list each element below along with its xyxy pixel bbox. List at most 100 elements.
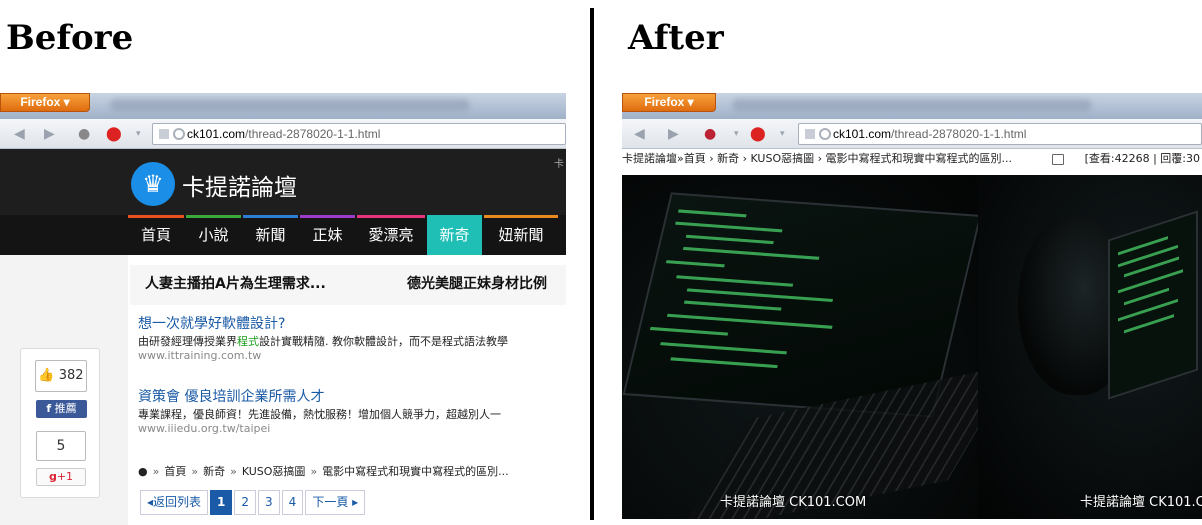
view-reply-stats: [查看:42268 | 回覆:30 xyxy=(1084,152,1200,165)
breadcrumb-item[interactable]: KUSO惡搞圖 xyxy=(242,465,306,478)
nav-item[interactable]: 新聞 xyxy=(243,215,298,255)
breadcrumb-bar: 卡提諾論壇»首頁 › 新奇 › KUSO惡搞圖 › 電影中寫程式和現實中寫程式的… xyxy=(622,149,1202,175)
ad-url[interactable]: www.ittraining.com.tw xyxy=(138,349,508,362)
page-icon xyxy=(805,129,815,139)
print-icon[interactable] xyxy=(1052,154,1064,165)
laptop-screen xyxy=(1108,210,1198,400)
extension-icon[interactable]: ● xyxy=(78,125,90,143)
watermark: 卡提諾論壇 CK101.COM xyxy=(720,495,867,510)
nav-item[interactable]: 小說 xyxy=(186,215,241,255)
title-bar: Firefox ▾ xyxy=(622,93,1202,119)
header-right-text: 卡 xyxy=(554,159,564,170)
url-host: ck101.com xyxy=(187,127,246,141)
main-nav: 首頁 小說 新聞 正妹 愛漂亮 新奇 妞新聞 xyxy=(0,215,566,255)
nav-item[interactable]: 正妹 xyxy=(300,215,355,255)
ad-description: 專業課程，優良師資！先進設備，熱忱服務！增加個人競爭力，超越別人一 xyxy=(138,408,501,421)
url-bar[interactable]: ck101.com/thread-2878020-1-1.html xyxy=(798,123,1202,145)
ad-title[interactable]: 想一次就學好軟體設計? xyxy=(138,313,508,333)
firefox-menu-button[interactable]: Firefox ▾ xyxy=(0,93,90,112)
page-2[interactable]: 2 xyxy=(234,490,257,515)
breadcrumb[interactable]: 卡提諾論壇»首頁 › 新奇 › KUSO惡搞圖 › 電影中寫程式和現實中寫程式的… xyxy=(622,152,1012,165)
comment-icon: ● xyxy=(138,465,148,478)
page-3[interactable]: 3 xyxy=(258,490,280,515)
nav-item-label: 新奇 xyxy=(439,226,470,244)
nav-item-label: 妞新聞 xyxy=(498,226,544,244)
nav-color-bar xyxy=(186,215,241,218)
breadcrumb-item[interactable]: 首頁 xyxy=(164,465,186,478)
url-bar[interactable]: ck101.com/thread-2878020-1-1.html xyxy=(152,123,566,145)
nav-item[interactable]: 首頁 xyxy=(128,215,184,255)
page-icon xyxy=(159,129,169,139)
nav-item[interactable]: 妞新聞 xyxy=(484,215,558,255)
nav-item-label: 小說 xyxy=(198,226,229,244)
ad-description: 由研發經理傳授業界程式設計實戰精隨. 教你軟體設計，而不是程式語法教學 xyxy=(138,335,508,348)
before-heading: Before xyxy=(6,18,134,58)
gplus-icon: g xyxy=(48,470,57,483)
thumbs-up-icon: 👍 xyxy=(38,368,55,383)
url-path: /thread-2878020-1-1.html xyxy=(891,127,1027,141)
globe-icon xyxy=(173,128,185,140)
back-icon[interactable]: ◀ xyxy=(14,125,25,143)
headline-2[interactable]: 德光美腿正妹身材比例 xyxy=(407,273,547,293)
ad-title[interactable]: 資策會 優良培訓企業所需人才 xyxy=(138,386,501,406)
blurred-title xyxy=(110,99,470,111)
nav-color-bar xyxy=(243,215,298,218)
back-icon[interactable]: ◀ xyxy=(634,125,645,143)
nav-item-label: 愛漂亮 xyxy=(368,226,414,244)
adblock-icon[interactable]: ⬤ xyxy=(106,125,122,143)
blurred-title xyxy=(732,99,1092,111)
like-count: 382 xyxy=(58,368,84,383)
facebook-icon: f xyxy=(46,402,52,415)
nav-color-bar xyxy=(427,215,482,218)
image-panel-person: 卡提諾論壇 CK101.COM xyxy=(978,175,1202,519)
dropdown-icon[interactable]: ▾ xyxy=(780,125,785,143)
ad-block-1: 想一次就學好軟體設計? 由研發經理傳授業界程式設計實戰精隨. 教你軟體設計，而不… xyxy=(138,313,508,362)
nav-color-bar xyxy=(484,215,558,218)
nav-color-bar xyxy=(357,215,425,218)
extension-icon[interactable]: ● xyxy=(704,125,716,143)
image-panel-laptop: 卡提諾論壇 CK101.COM xyxy=(622,175,1017,519)
breadcrumb-item[interactable]: 新奇 xyxy=(203,465,225,478)
forward-icon[interactable]: ▶ xyxy=(668,125,679,143)
nav-color-bar xyxy=(300,215,355,218)
center-divider xyxy=(590,8,594,520)
adblock-icon[interactable]: ⬤ xyxy=(750,125,766,143)
globe-icon xyxy=(819,128,831,140)
pagination: ◂返回列表 1 2 3 4 下一頁 ▸ xyxy=(140,490,367,515)
headline-1[interactable]: 人妻主播拍A片為生理需求... xyxy=(145,273,326,293)
navigation-toolbar: ◀ ▶ ● ▾ ⬤ ▾ ck101.com/thread-2878020-1-1… xyxy=(622,119,1202,149)
before-browser-window: Firefox ▾ ◀ ▶ ● ⬤ ▾ ck101.com/thread-287… xyxy=(0,93,566,525)
nav-item-label: 正妹 xyxy=(312,226,343,244)
gplus-button[interactable]: g+1 xyxy=(36,468,86,486)
nav-item-label: 新聞 xyxy=(255,226,286,244)
facebook-recommend-button[interactable]: f 推薦 xyxy=(36,400,87,418)
firefox-menu-button[interactable]: Firefox ▾ xyxy=(622,93,716,112)
url-host: ck101.com xyxy=(833,127,892,141)
ad-block-2: 資策會 優良培訓企業所需人才 專業課程，優良師資！先進設備，熱忱服務！增加個人競… xyxy=(138,386,501,435)
gplus-count: 5 xyxy=(36,431,86,461)
back-to-list-button[interactable]: ◂返回列表 xyxy=(140,490,209,515)
nav-item[interactable]: 新奇 xyxy=(427,215,482,255)
breadcrumb-item[interactable]: 電影中寫程式和現實中寫程式的區別... xyxy=(322,465,509,478)
like-button[interactable]: 👍 382 xyxy=(35,360,87,392)
dropdown-icon[interactable]: ▾ xyxy=(136,125,141,143)
url-path: /thread-2878020-1-1.html xyxy=(245,127,381,141)
page-1[interactable]: 1 xyxy=(210,490,233,515)
page-4[interactable]: 4 xyxy=(281,490,304,515)
title-bar: Firefox ▾ xyxy=(0,93,566,119)
after-heading: After xyxy=(628,18,724,58)
nav-item[interactable]: 愛漂亮 xyxy=(357,215,425,255)
nav-item-label: 首頁 xyxy=(140,226,171,244)
crown-logo-icon[interactable]: ♛ xyxy=(131,162,175,206)
comparison-figure: Before After Firefox ▾ ◀ ▶ ● ⬤ ▾ ck101.c… xyxy=(0,0,1202,525)
post-image: 卡提諾論壇 CK101.COM 卡提諾論壇 CK101.COM xyxy=(622,175,1202,519)
nav-color-bar xyxy=(128,215,184,218)
forward-icon[interactable]: ▶ xyxy=(44,125,55,143)
share-box: 👍 382 f 推薦 5 g+1 xyxy=(20,348,100,498)
ad-url[interactable]: www.iiiedu.org.tw/taipei xyxy=(138,422,501,435)
site-name[interactable]: 卡提諾論壇 xyxy=(182,168,297,202)
site-header: ♛ 卡提諾論壇 卡 xyxy=(0,149,566,215)
watermark: 卡提諾論壇 CK101.COM xyxy=(1080,495,1202,510)
dropdown-icon[interactable]: ▾ xyxy=(734,125,739,143)
next-page-button[interactable]: 下一頁 ▸ xyxy=(305,490,366,515)
